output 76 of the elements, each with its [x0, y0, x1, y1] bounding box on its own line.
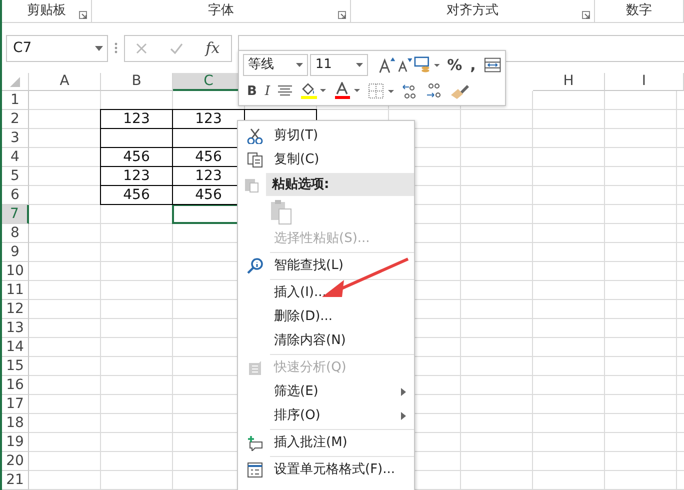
clipboard-icon [244, 176, 260, 192]
row-header[interactable]: 3 [2, 129, 29, 148]
column-header[interactable]: H [533, 73, 605, 91]
comma-style-button[interactable]: , [470, 58, 476, 72]
format-cells-icon [247, 462, 263, 478]
group-label: 剪贴板 [26, 2, 66, 20]
percent-style-button[interactable]: % [447, 58, 462, 72]
group-label: 数字 [626, 2, 652, 20]
row-header[interactable]: 6 [2, 186, 29, 205]
row-header[interactable]: 4 [2, 148, 29, 167]
row-header[interactable]: 21 [2, 471, 29, 490]
row-header[interactable]: 20 [2, 452, 29, 471]
search-icon [247, 258, 263, 274]
quick-analysis-icon [247, 360, 263, 376]
row-header[interactable]: 5 [2, 167, 29, 186]
row-header[interactable]: 7 [2, 205, 29, 224]
group-label: 对齐方式 [446, 2, 499, 20]
row-header[interactable]: 15 [2, 357, 29, 376]
dropdown-arrow-icon [95, 46, 103, 50]
corner-triangle-icon [10, 76, 20, 86]
submenu-arrow-icon [401, 412, 406, 420]
font-size-dropdown[interactable]: 11 [310, 54, 368, 76]
align-center-icon[interactable] [278, 85, 292, 97]
column-header[interactable]: A [29, 73, 101, 91]
row-header[interactable]: 12 [2, 300, 29, 319]
row-header[interactable]: 16 [2, 376, 29, 395]
dialog-launcher-icon[interactable] [338, 11, 346, 19]
table-format-icon[interactable] [484, 57, 501, 73]
menu-item[interactable]: 插入批注(M) [238, 431, 414, 455]
row-header[interactable]: 9 [2, 243, 29, 262]
row-header[interactable]: 17 [2, 395, 29, 414]
menu-item[interactable]: 设置单元格格式(F)... [238, 458, 414, 482]
menu-item[interactable]: 删除(D)... [238, 305, 414, 329]
dropdown-arrow-icon [356, 63, 364, 67]
grow-font-icon[interactable] [378, 56, 396, 74]
menu-item[interactable]: 智能查找(L) [238, 254, 414, 278]
grip-icon [114, 42, 118, 54]
column-header[interactable]: I [605, 73, 684, 91]
format-painter-icon[interactable] [450, 83, 470, 99]
menu-item[interactable]: 排序(O) [238, 404, 414, 428]
table-cell: 123 [100, 109, 173, 129]
scissors-icon [247, 128, 263, 144]
increase-decimal-icon[interactable] [402, 82, 418, 100]
submenu-arrow-icon [401, 388, 406, 396]
comment-icon [247, 435, 263, 451]
menu-item[interactable]: 筛选(E) [238, 380, 414, 404]
group-label: 字体 [208, 2, 234, 20]
row-header[interactable]: 18 [2, 414, 29, 433]
copy-icon [247, 152, 263, 168]
currency-format-icon[interactable] [414, 56, 442, 74]
bold-button[interactable]: B [247, 84, 257, 98]
font-dropdown[interactable]: 等线 [243, 54, 308, 76]
decrease-decimal-icon[interactable] [426, 82, 442, 100]
menu-section-header: 粘贴选项: [266, 173, 414, 196]
menu-item[interactable]: 清除内容(N) [238, 329, 414, 353]
row-header[interactable]: 10 [2, 262, 29, 281]
fill-color-icon[interactable] [300, 82, 326, 100]
dialog-launcher-icon[interactable] [582, 11, 590, 19]
dialog-launcher-icon[interactable] [78, 11, 87, 19]
name-box[interactable]: C7 [6, 34, 108, 62]
table-cell: 456 [100, 185, 173, 205]
menu-item[interactable]: 插入(I)... [238, 281, 414, 305]
insert-function-button[interactable]: fx [206, 40, 220, 56]
borders-icon[interactable] [368, 83, 394, 99]
dropdown-arrow-icon [296, 63, 304, 67]
row-header[interactable]: 8 [2, 224, 29, 243]
row-header[interactable]: 11 [2, 281, 29, 300]
column-header[interactable]: B [101, 73, 173, 91]
row-header[interactable]: 13 [2, 319, 29, 338]
row-header[interactable]: 2 [2, 110, 29, 129]
italic-button[interactable]: I [264, 84, 270, 98]
font-color-icon[interactable] [334, 82, 360, 100]
shrink-font-icon[interactable] [397, 57, 412, 73]
row-header[interactable]: 14 [2, 338, 29, 357]
row-header[interactable]: 1 [2, 91, 29, 110]
row-header[interactable]: 19 [2, 433, 29, 452]
